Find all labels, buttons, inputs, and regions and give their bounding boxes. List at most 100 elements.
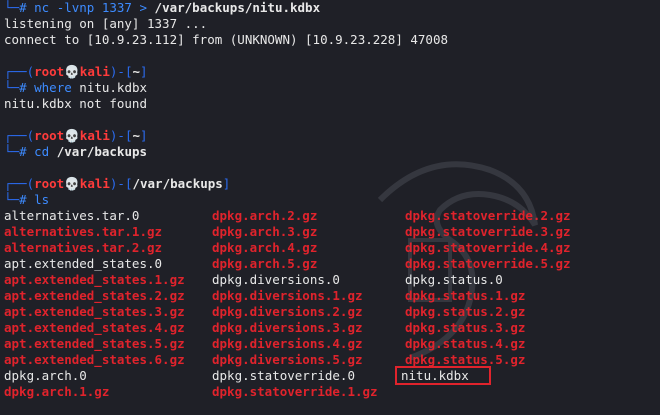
ls-file: apt.extended_states.6.gz [4,352,185,367]
ls-column: dpkg.status.5.gz [405,352,645,368]
ls-row: apt.extended_states.4.gz dpkg.diversions.… [4,320,656,336]
ls-column: dpkg.statoverride.4.gz [405,240,645,256]
command-blocks: ┌──(root💀kali)-[~] └─# where nitu.kdbx nit… [4,48,656,208]
prompt-frame: ┌──( [4,176,35,191]
ls-file: dpkg.status.1.gz [405,288,526,303]
command-line: └─# ls [4,192,656,208]
ls-file: apt.extended_states.0 [4,256,163,271]
ls-file: dpkg.statoverride.3.gz [405,224,571,239]
ls-row: dpkg.arch.1.gz dpkg.statoverride.1.gz [4,384,656,400]
ls-column: dpkg.arch.4.gz [212,240,405,256]
ls-column: dpkg.arch.1.gz [4,384,212,400]
prompt-hash: # [19,144,35,159]
command-output: nitu.kdbx not found [4,96,147,111]
ls-file: dpkg.diversions.4.gz [212,336,363,351]
ls-file: dpkg.statoverride.0 [212,368,355,383]
prompt-frame: └─ [4,80,20,95]
ls-row: alternatives.tar.2.gz dpkg.arch.4.gz dpkg.… [4,240,656,256]
ls-column: dpkg.diversions.3.gz [212,320,405,336]
ls-file: dpkg.statoverride.1.gz [212,384,378,399]
ls-file: dpkg.status.3.gz [405,320,526,335]
connect-line: connect to [10.9.23.112] from (UNKNOWN) … [4,32,449,47]
ls-file: dpkg.diversions.2.gz [212,304,363,319]
terminal-output: └─# nc -lvnp 1337 > /var/backups/nitu.kd… [4,0,656,400]
ls-file: alternatives.tar.2.gz [4,240,163,255]
prompt-hash: # [19,80,35,95]
ls-row: apt.extended_states.0 dpkg.arch.5.gz dpkg.… [4,256,656,272]
ls-column: dpkg.statoverride.3.gz [405,224,645,240]
ls-column: alternatives.tar.2.gz [4,240,212,256]
prompt-host: kali [79,64,110,79]
ls-column: nitu.kdbx [395,366,645,385]
ls-file: apt.extended_states.5.gz [4,336,185,351]
command-name: cd [34,144,50,159]
prompt-frame: )-[ [109,128,133,143]
ls-file: apt.extended_states.4.gz [4,320,185,335]
prompt-user: root [34,128,65,143]
ls-column: dpkg.status.3.gz [405,320,645,336]
ls-column: alternatives.tar.1.gz [4,224,212,240]
ls-column: apt.extended_states.5.gz [4,336,212,352]
ls-file: dpkg.statoverride.2.gz [405,208,571,223]
ls-file: alternatives.tar.0 [4,208,140,223]
ls-column: dpkg.statoverride.1.gz [212,384,405,400]
skull-icon: 💀 [64,176,80,191]
ls-row: alternatives.tar.1.gz dpkg.arch.3.gz dpkg.… [4,224,656,240]
ls-column: dpkg.statoverride.2.gz [405,208,645,224]
ls-row: apt.extended_states.1.gz dpkg.diversions.… [4,272,656,288]
ls-column: dpkg.diversions.2.gz [212,304,405,320]
prompt-host: kali [79,128,110,143]
prompt-frame: ] [222,176,231,191]
command-space [49,144,57,159]
prompt-cwd: ~ [132,128,141,143]
ls-file: dpkg.arch.0 [4,368,87,383]
ls-row: apt.extended_states.5.gz dpkg.diversions.… [4,336,656,352]
ls-column: apt.extended_states.4.gz [4,320,212,336]
ls-column: dpkg.arch.0 [4,368,212,384]
ls-file: dpkg.arch.1.gz [4,384,110,399]
ls-file: dpkg.arch.4.gz [212,240,318,255]
command-line: └─# cd /var/backups [4,144,656,160]
command-name: where [34,80,72,95]
prompt-line: ┌──(root💀kali)-[~] [4,128,656,144]
ls-row: apt.extended_states.3.gz dpkg.diversions.… [4,304,656,320]
prompt-cwd: /var/backups [132,176,223,191]
ls-file: dpkg.statoverride.4.gz [405,240,571,255]
command-arg: /var/backups [56,144,148,159]
ls-column: dpkg.status.0 [405,272,645,288]
ls-row: dpkg.arch.0 dpkg.statoverride.0 nitu.kdbx [4,366,656,385]
ls-column: apt.extended_states.1.gz [4,272,212,288]
ls-column: dpkg.diversions.0 [212,272,405,288]
ls-column: apt.extended_states.3.gz [4,304,212,320]
prompt-frame: └─ [4,192,20,207]
ls-row: alternatives.tar.0 dpkg.arch.2.gz dpkg.sta… [4,208,656,224]
ls-file: dpkg.status.2.gz [405,304,526,319]
ls-column: alternatives.tar.0 [4,208,212,224]
ls-column: dpkg.diversions.5.gz [212,352,405,368]
ls-column: apt.extended_states.0 [4,256,212,272]
ls-column: dpkg.diversions.4.gz [212,336,405,352]
ls-column: apt.extended_states.2.gz [4,288,212,304]
ls-file: dpkg.status.5.gz [405,352,526,367]
prompt-frame: )-[ [109,64,133,79]
ls-column: dpkg.status.4.gz [405,336,645,352]
prompt-hash: # [19,192,35,207]
command-line: └─# where nitu.kdbx [4,80,656,96]
prompt-line: ┌──(root💀kali)-[~] [4,64,656,80]
command-arg: nitu.kdbx [79,80,148,95]
ls-column: dpkg.statoverride.5.gz [405,256,645,272]
ls-column: dpkg.diversions.1.gz [212,288,405,304]
ls-file: dpkg.arch.3.gz [212,224,318,239]
listen-line: listening on [any] 1337 ... [4,16,208,31]
ls-column: dpkg.status.1.gz [405,288,645,304]
ls-row: apt.extended_states.6.gz dpkg.diversions.… [4,352,656,368]
ls-file: dpkg.status.4.gz [405,336,526,351]
ls-column: dpkg.statoverride.0 [212,368,405,384]
ls-row: apt.extended_states.2.gz dpkg.diversions.… [4,288,656,304]
ls-file: dpkg.diversions.1.gz [212,288,363,303]
ls-file: apt.extended_states.3.gz [4,304,185,319]
ls-file: apt.extended_states.1.gz [4,272,185,287]
